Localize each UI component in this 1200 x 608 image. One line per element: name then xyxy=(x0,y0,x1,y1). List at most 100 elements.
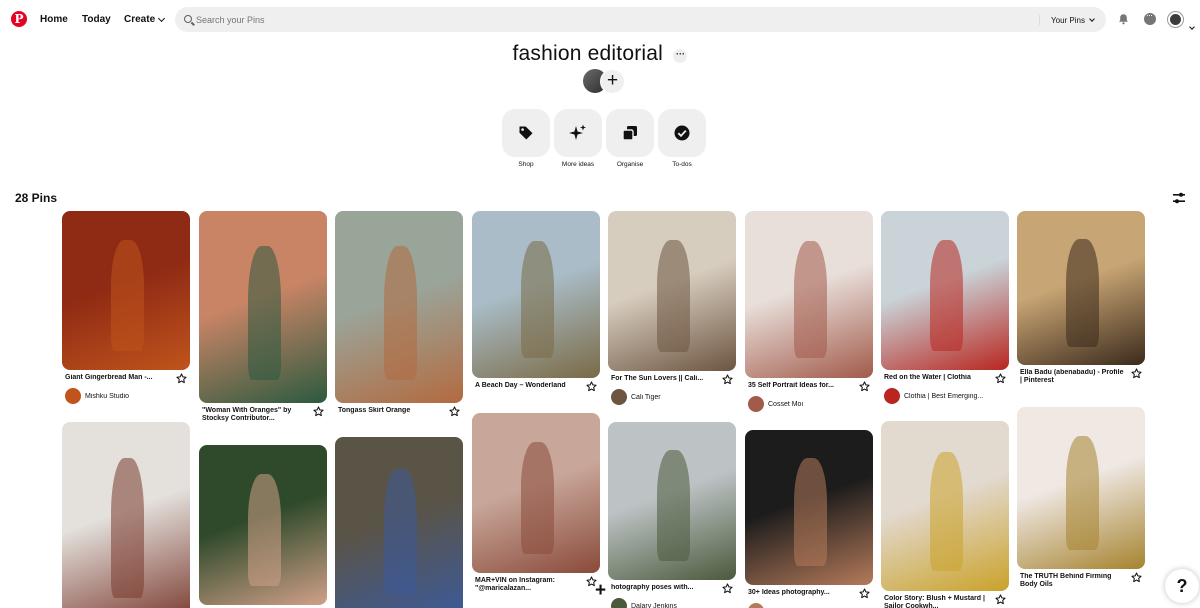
pin-title[interactable]: For The Sun Lovers || Cali... xyxy=(608,375,716,383)
star-icon[interactable] xyxy=(449,406,460,417)
pin-card[interactable]: Giant Gingerbread Man -... Mishku Studio xyxy=(62,211,190,404)
your-pins-filter[interactable]: Your Pins xyxy=(1039,15,1095,25)
pin-image[interactable] xyxy=(199,211,327,403)
pin-meta: Giant Gingerbread Man -... xyxy=(62,373,190,384)
pin-image[interactable] xyxy=(608,422,736,580)
pin-title[interactable]: A Beach Day – Wonderland xyxy=(472,382,580,390)
pin-card[interactable] xyxy=(62,422,190,608)
star-icon[interactable] xyxy=(722,374,733,385)
pin-title[interactable]: Ella Badu (abenabadu) - Profile | Pinter… xyxy=(1017,369,1125,385)
pin-author[interactable]: Photography... xyxy=(745,603,873,608)
pin-title[interactable]: Red on the Water | Clothia xyxy=(881,374,989,382)
pin-card[interactable]: For The Sun Lovers || Cali... Cali Tiger xyxy=(608,211,736,405)
pin-card[interactable] xyxy=(335,437,463,608)
pin-title[interactable]: "Woman With Oranges" by Stocksy Contribu… xyxy=(199,407,307,423)
nav-create-label: Create xyxy=(124,14,156,25)
pin-image[interactable] xyxy=(1017,211,1145,365)
pin-image[interactable] xyxy=(472,413,600,573)
add-collaborator-button[interactable]: + xyxy=(600,69,625,94)
pin-card[interactable]: Color Story: Blush + Mustard | Sailor Co… xyxy=(881,421,1009,608)
star-icon[interactable] xyxy=(313,406,324,417)
star-icon[interactable] xyxy=(176,373,187,384)
action-to-dos[interactable]: To-dos xyxy=(658,109,706,168)
nav-home[interactable]: Home xyxy=(40,14,68,25)
pin-card[interactable]: Ella Badu (abenabadu) - Profile | Pinter… xyxy=(1017,211,1145,385)
pin-title[interactable]: Color Story: Blush + Mustard | Sailor Co… xyxy=(881,595,989,608)
action-shop[interactable]: Shop xyxy=(502,109,550,168)
pin-image[interactable] xyxy=(62,211,190,370)
pin-card[interactable]: Red on the Water | Clothia Clothia | Best… xyxy=(881,211,1009,404)
pin-author-name: Clothia | Best Emerging... xyxy=(904,392,984,400)
pin-title[interactable]: 35 Self Portrait Ideas for... xyxy=(745,382,853,390)
pin-author[interactable]: Cosset Moi xyxy=(745,396,873,412)
board-title-row: fashion editorial ··· xyxy=(0,42,1200,66)
tag-icon xyxy=(519,126,533,140)
pin-image[interactable] xyxy=(199,445,327,605)
pin-image[interactable] xyxy=(881,421,1009,591)
pin-image[interactable] xyxy=(472,211,600,378)
star-icon[interactable] xyxy=(995,594,1006,605)
pin-card[interactable]: 35 Self Portrait Ideas for... Cosset Moi xyxy=(745,211,873,412)
chevron-down-icon xyxy=(158,14,166,22)
pin-title[interactable]: The TRUTH Behind Firming Body Oils xyxy=(1017,573,1125,589)
pin-card[interactable]: MAR+VIN on Instagram: "@maricalazan... xyxy=(472,413,600,593)
pin-card[interactable]: A Beach Day – Wonderland xyxy=(472,211,600,392)
pin-image[interactable] xyxy=(881,211,1009,370)
help-button[interactable]: ? xyxy=(1165,569,1199,603)
pin-author[interactable]: Dalary Jenkins xyxy=(608,598,736,608)
pin-title[interactable]: Tongass Skirt Orange xyxy=(335,407,443,415)
action-organise[interactable]: Organise xyxy=(606,109,654,168)
top-navigation: P Home Today Create Your Pins xyxy=(0,0,1200,40)
pin-image[interactable] xyxy=(335,211,463,403)
pin-card[interactable] xyxy=(199,445,327,605)
pin-meta: hotography poses with... xyxy=(608,583,736,594)
search-input[interactable] xyxy=(196,11,1026,28)
pin-author-avatar xyxy=(884,388,900,404)
action-more-ideas[interactable]: More ideas xyxy=(554,109,602,168)
pin-image[interactable] xyxy=(1017,407,1145,569)
notifications-bell-icon[interactable] xyxy=(1118,13,1129,25)
pin-image[interactable] xyxy=(335,437,463,608)
add-pin-plus-icon[interactable]: + xyxy=(595,580,606,602)
pin-image[interactable] xyxy=(62,422,190,608)
pin-title[interactable]: hotography poses with... xyxy=(608,584,716,592)
star-icon[interactable] xyxy=(722,583,733,594)
action-more-ideas-label: More ideas xyxy=(561,161,595,168)
pin-card[interactable]: The TRUTH Behind Firming Body Oils xyxy=(1017,407,1145,589)
pin-card[interactable]: "Woman With Oranges" by Stocksy Contribu… xyxy=(199,211,327,423)
star-icon[interactable] xyxy=(1131,572,1142,583)
star-icon[interactable] xyxy=(586,381,597,392)
pin-image[interactable] xyxy=(608,211,736,371)
pin-meta: Tongass Skirt Orange xyxy=(335,406,463,417)
star-icon[interactable] xyxy=(1131,368,1142,379)
nav-today[interactable]: Today xyxy=(82,14,111,25)
star-icon[interactable] xyxy=(859,588,870,599)
board-actions: Shop More ideas Organise To-dos xyxy=(502,109,706,168)
pin-image[interactable] xyxy=(745,211,873,378)
profile-avatar[interactable] xyxy=(1168,12,1183,27)
search-icon xyxy=(184,15,192,23)
board-more-options-button[interactable]: ··· xyxy=(673,49,688,63)
pin-image[interactable] xyxy=(745,430,873,585)
messages-icon[interactable] xyxy=(1144,10,1156,25)
pin-title[interactable]: Giant Gingerbread Man -... xyxy=(62,374,170,382)
star-icon[interactable] xyxy=(995,373,1006,384)
pin-meta: Color Story: Blush + Mustard | Sailor Co… xyxy=(881,594,1009,608)
pin-author[interactable]: Mishku Studio xyxy=(62,388,190,404)
pin-count: 28 Pins xyxy=(15,191,58,205)
pin-card[interactable]: hotography poses with... Dalary Jenkins xyxy=(608,422,736,608)
sparkle-icon xyxy=(569,124,586,140)
pin-author[interactable]: Clothia | Best Emerging... xyxy=(881,388,1009,404)
pin-title[interactable]: MAR+VIN on Instagram: "@maricalazan... xyxy=(472,577,580,593)
pin-meta: Red on the Water | Clothia xyxy=(881,373,1009,384)
filter-sliders-icon[interactable] xyxy=(1173,192,1185,204)
pin-card[interactable]: 30+ Ideas photography... Photography... xyxy=(745,430,873,608)
pin-title[interactable]: 30+ Ideas photography... xyxy=(745,589,853,597)
search-bar[interactable]: Your Pins xyxy=(175,7,1106,32)
star-icon[interactable] xyxy=(859,381,870,392)
account-menu-chevron-icon[interactable] xyxy=(1189,16,1195,34)
pinterest-logo-icon[interactable]: P xyxy=(11,11,27,27)
pin-author[interactable]: Cali Tiger xyxy=(608,389,736,405)
nav-create-dropdown[interactable]: Create xyxy=(124,14,166,25)
pin-card[interactable]: Tongass Skirt Orange xyxy=(335,211,463,417)
